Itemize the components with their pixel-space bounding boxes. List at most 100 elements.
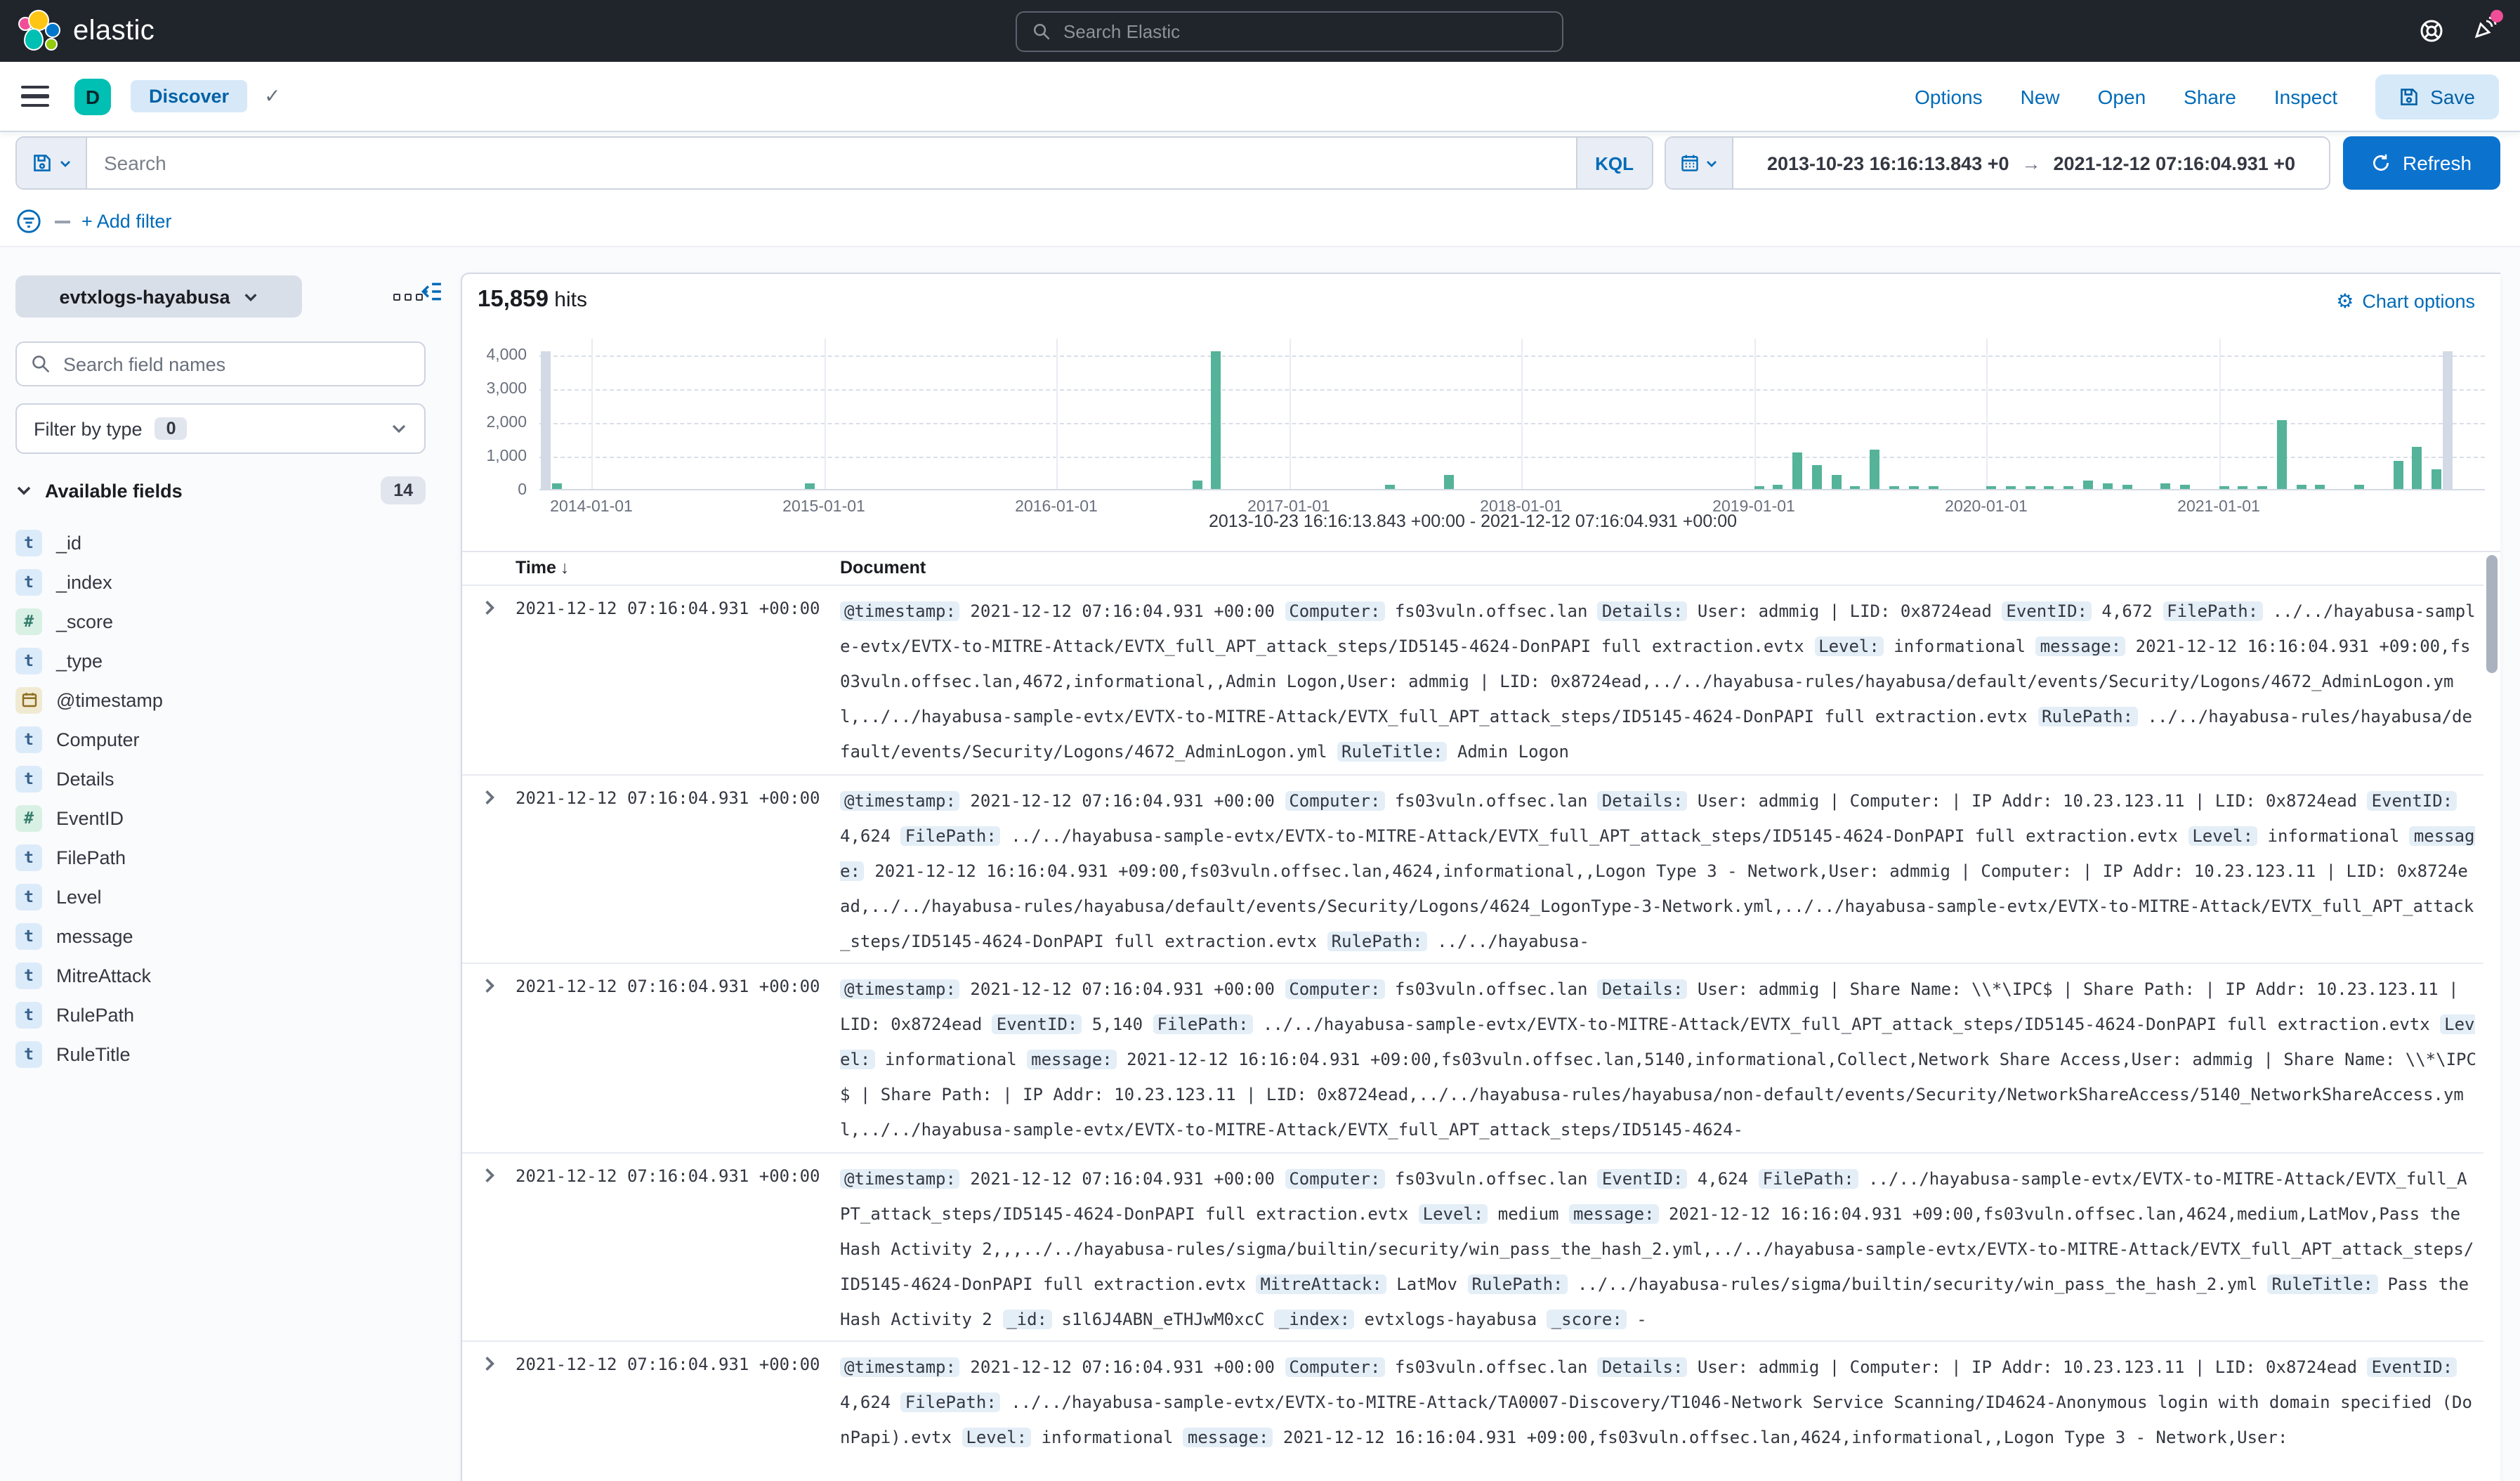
brand-name: elastic: [73, 15, 155, 47]
chart-options-button[interactable]: ⚙ Chart options: [2336, 289, 2475, 313]
expand-row-icon[interactable]: [480, 1166, 499, 1192]
saved-queries-button[interactable]: [17, 138, 87, 188]
field-item--timestamp[interactable]: @timestamp: [15, 680, 426, 719]
histogram-bar-partial: [541, 351, 551, 489]
index-pattern-select[interactable]: evtxlogs-hayabusa: [15, 275, 302, 318]
field-chip: message:: [1183, 1428, 1273, 1448]
gridline: [1289, 339, 1290, 490]
y-axis-tick: 1,000: [468, 448, 527, 465]
field-name: @timestamp: [56, 689, 163, 710]
y-axis-tick: 3,000: [468, 381, 527, 398]
date-type-icon: [15, 686, 42, 713]
newsfeed-icon[interactable]: [2472, 15, 2498, 47]
space-avatar[interactable]: D: [74, 78, 111, 115]
field-name: message: [56, 925, 133, 946]
field-item-eventid[interactable]: #EventID: [15, 798, 426, 837]
save-icon: [2399, 86, 2419, 106]
global-search-input[interactable]: Search Elastic: [1016, 11, 1563, 52]
expand-row-icon[interactable]: [480, 1355, 499, 1381]
expand-row-icon[interactable]: [480, 788, 499, 813]
header-icons: [2419, 0, 2498, 62]
field-chip: Computer:: [1285, 979, 1384, 999]
field-item-mitreattack[interactable]: tMitreAttack: [15, 955, 426, 995]
field-chip: Level:: [962, 1428, 1031, 1448]
histogram-bar: [1889, 485, 1899, 489]
histogram-bar: [1444, 474, 1454, 489]
field-item-rulepath[interactable]: tRulePath: [15, 995, 426, 1034]
elastic-logo-icon[interactable]: [18, 10, 60, 52]
field-item-ruletitle[interactable]: tRuleTitle: [15, 1034, 426, 1074]
calendar-button[interactable]: [1666, 138, 1733, 188]
share-button[interactable]: Share: [2184, 85, 2236, 107]
help-icon[interactable]: [2419, 18, 2444, 44]
field-name: Level: [56, 886, 102, 907]
field-item--score[interactable]: #_score: [15, 601, 426, 641]
field-item-computer[interactable]: tComputer: [15, 719, 426, 759]
time-column-header[interactable]: Time↓: [516, 558, 569, 578]
field-chip: _score:: [1547, 1310, 1627, 1329]
field-chip: EventID:: [2002, 601, 2092, 621]
refresh-button[interactable]: Refresh: [2343, 136, 2500, 190]
gridline: [539, 457, 2485, 458]
add-filter-button[interactable]: + Add filter: [81, 211, 171, 232]
expand-row-icon[interactable]: [480, 977, 499, 1002]
open-button[interactable]: Open: [2098, 85, 2146, 107]
field-chip: RulePath:: [1467, 1274, 1567, 1294]
calendar-icon: [1680, 153, 1700, 173]
field-chip: Level:: [1814, 637, 1884, 656]
table-row: 2021-12-12 07:16:04.931 +00:00@timestamp…: [462, 1154, 2483, 1343]
date-range-picker[interactable]: 2013-10-23 16:16:13.843 +0 → 2021-12-12 …: [1665, 136, 2330, 190]
y-axis-tick: 2,000: [468, 415, 527, 431]
field-item-message[interactable]: t message: [15, 916, 426, 955]
field-item-level[interactable]: t Level: [15, 877, 426, 916]
field-chip: message:: [1569, 1204, 1659, 1224]
date-start[interactable]: 2013-10-23 16:16:13.843 +0: [1767, 152, 2009, 174]
field-chip: @timestamp:: [840, 1358, 960, 1378]
histogram-bar: [1909, 485, 1919, 489]
new-button[interactable]: New: [2021, 85, 2060, 107]
arrow-right-icon: →: [2022, 152, 2041, 174]
filter-divider: [55, 220, 70, 223]
field-item--id[interactable]: t_id: [15, 523, 426, 562]
string-type-icon: t: [15, 883, 42, 910]
collapse-sidebar-icon[interactable]: [419, 280, 442, 304]
filter-bar: + Add filter: [0, 197, 2520, 247]
available-fields-header[interactable]: Available fields 14: [15, 476, 426, 504]
field-item-filepath[interactable]: tFilePath: [15, 837, 426, 877]
field-chip: Details:: [1598, 1358, 1688, 1378]
histogram-bar: [2063, 485, 2073, 489]
histogram-bar: [1192, 481, 1202, 489]
field-item--index[interactable]: t_index: [15, 562, 426, 601]
scrollbar-thumb[interactable]: [2486, 555, 2498, 673]
kql-button[interactable]: KQL: [1575, 138, 1652, 188]
global-header: elastic Search Elastic: [0, 0, 2520, 62]
field-search-input[interactable]: Search field names: [15, 341, 426, 386]
field-chip: EventID:: [2368, 790, 2457, 810]
filter-icon[interactable]: [15, 208, 42, 235]
date-end[interactable]: 2021-12-12 07:16:04.931 +0: [2054, 152, 2296, 174]
string-type-icon: t: [15, 647, 42, 674]
field-chip: MitreAttack:: [1256, 1274, 1386, 1294]
field-chip: Computer:: [1285, 790, 1384, 810]
check-icon: ✓: [264, 84, 280, 108]
save-button[interactable]: Save: [2375, 74, 2499, 119]
histogram-bar: [1870, 450, 1880, 489]
field-item-details[interactable]: tDetails: [15, 759, 426, 798]
histogram-bar: [2238, 485, 2248, 489]
options-button[interactable]: Options: [1915, 85, 1983, 107]
field-chip: FilePath:: [901, 826, 1001, 845]
string-type-icon: t: [15, 922, 42, 949]
table-scrollbar[interactable]: [2486, 555, 2498, 1475]
field-name: RulePath: [56, 1004, 134, 1025]
inspect-button[interactable]: Inspect: [2274, 85, 2337, 107]
histogram-bar: [2219, 485, 2229, 489]
field-item--type[interactable]: t_type: [15, 641, 426, 680]
histogram[interactable]: 4,0003,0002,0001,00002014-01-012015-01-0…: [539, 339, 2485, 490]
menu-icon[interactable]: [21, 86, 49, 107]
histogram-bar: [2025, 485, 2035, 489]
expand-row-icon[interactable]: [480, 599, 499, 624]
filter-by-type-select[interactable]: Filter by type 0: [15, 403, 426, 454]
table-row: 2021-12-12 07:16:04.931 +00:00@timestamp…: [462, 1343, 2483, 1481]
breadcrumb-discover[interactable]: Discover: [131, 80, 247, 112]
query-input[interactable]: Search KQL: [15, 136, 1653, 190]
